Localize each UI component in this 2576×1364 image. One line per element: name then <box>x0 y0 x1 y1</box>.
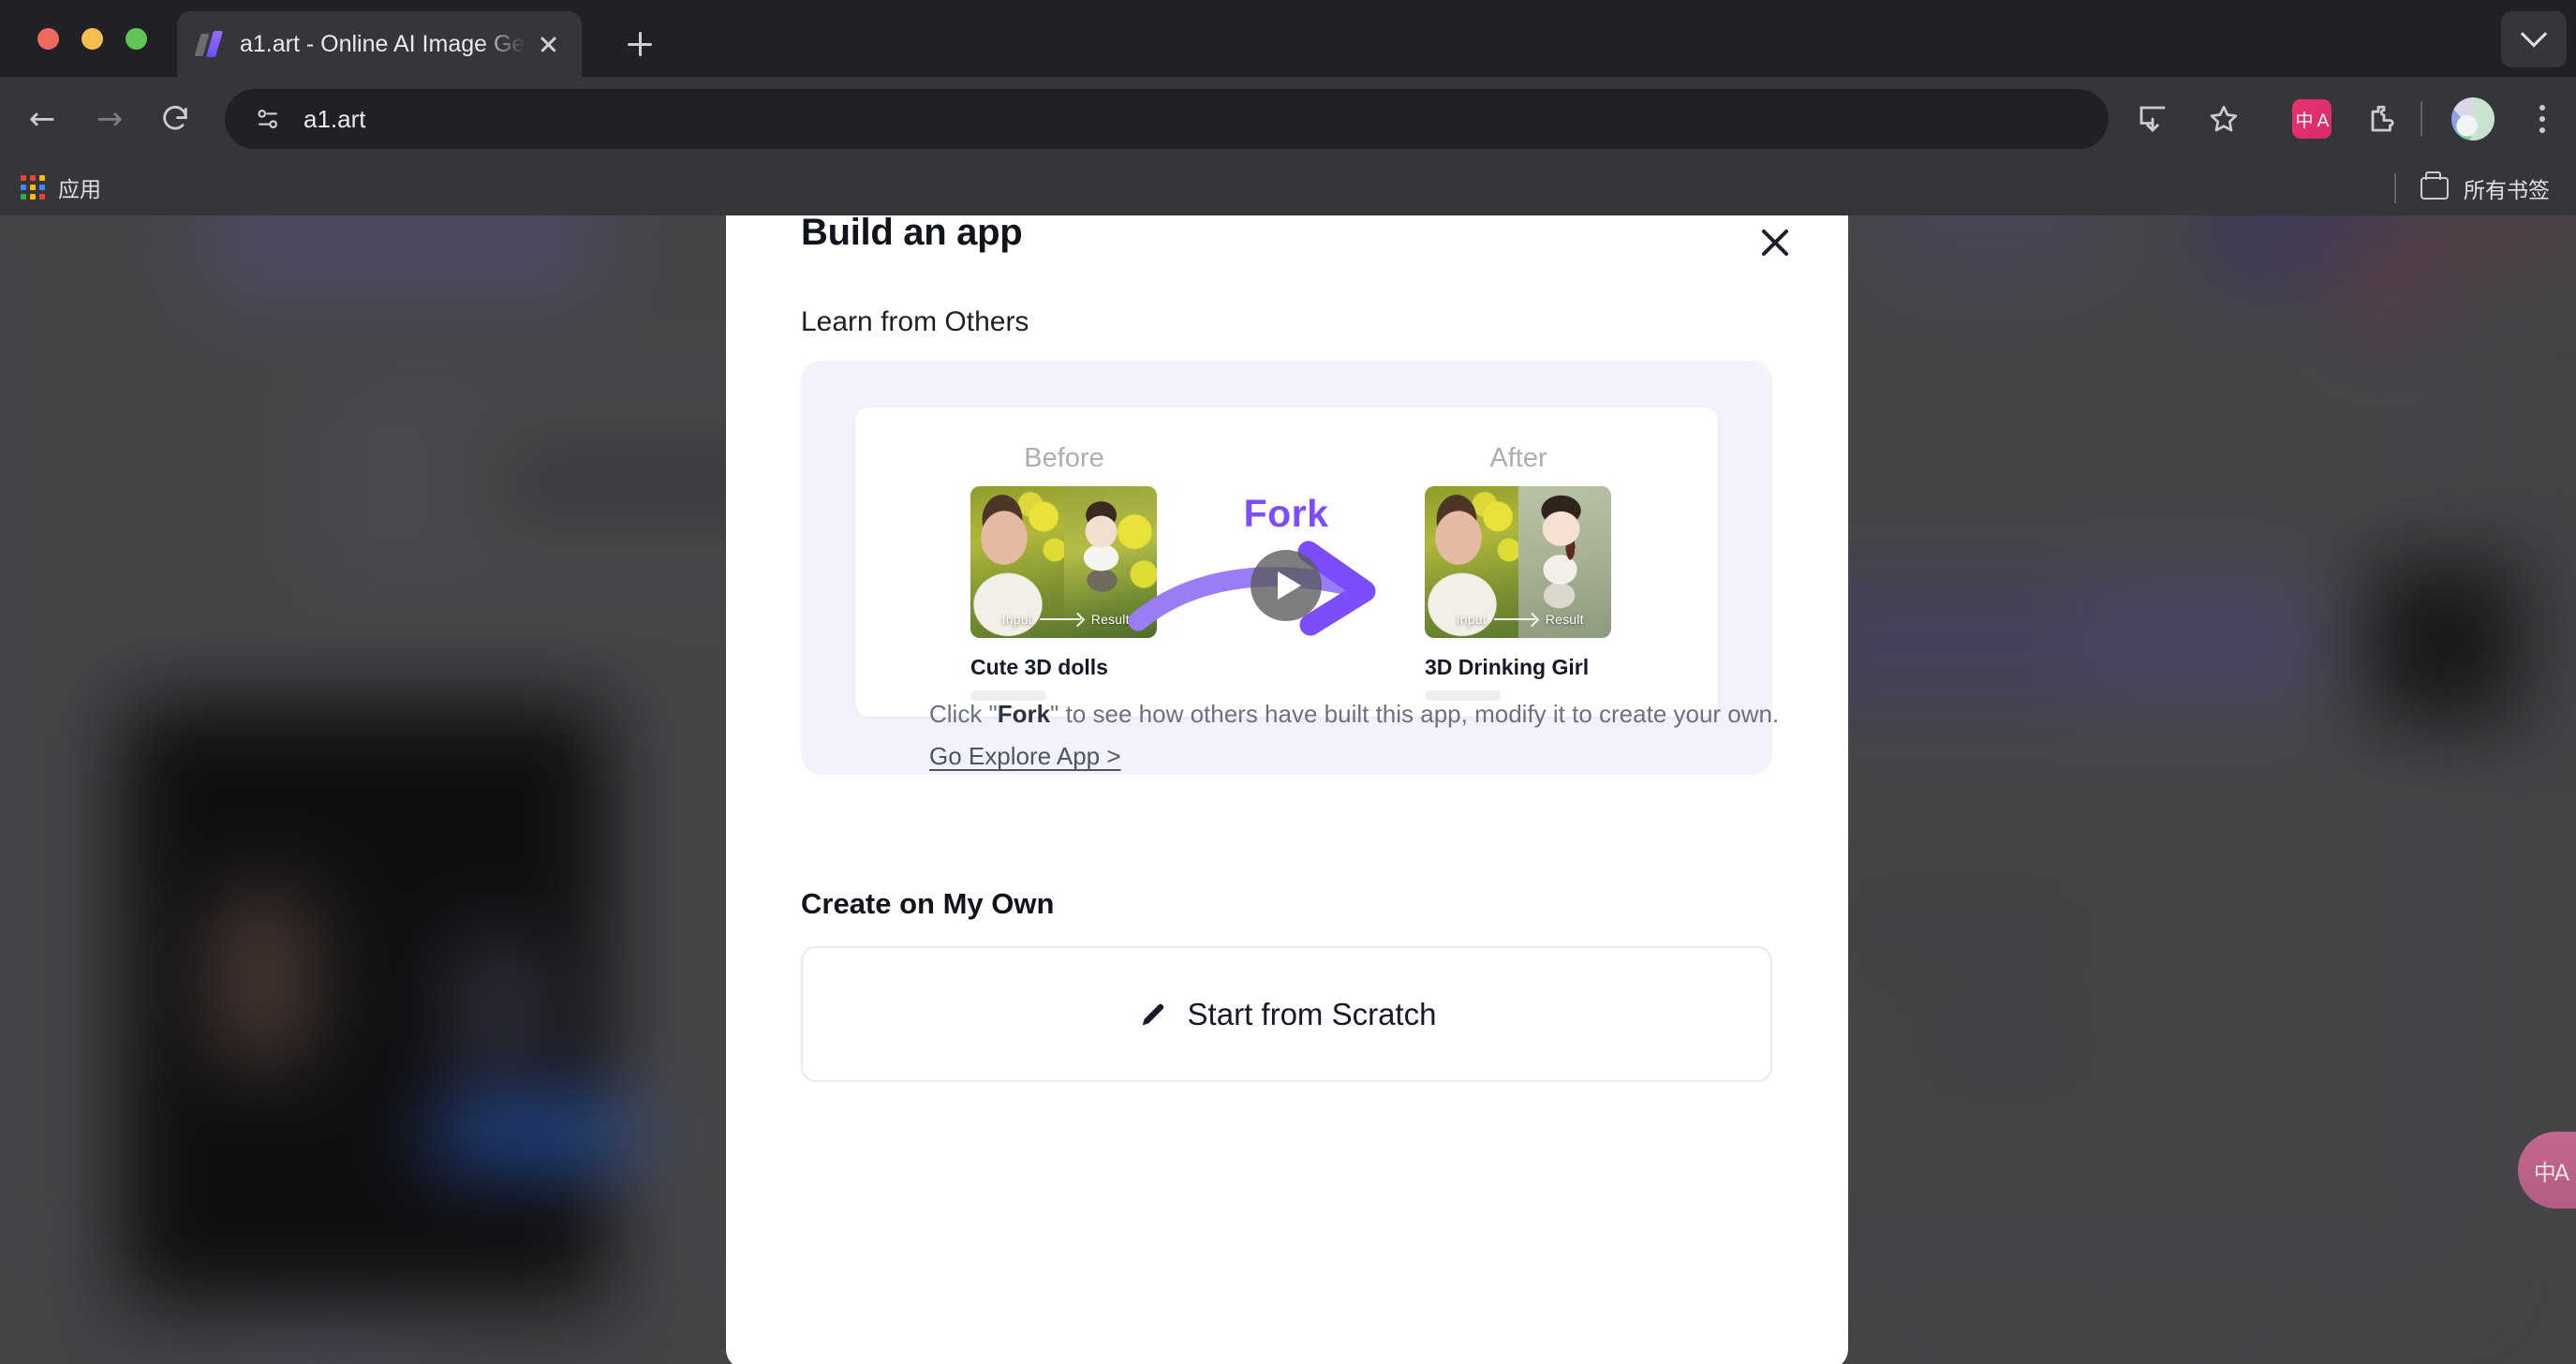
translate-icon[interactable]: 中 A <box>2287 95 2336 143</box>
window-traffic-lights <box>37 28 147 50</box>
forward-button[interactable]: → <box>84 94 135 144</box>
all-bookmarks-label: 所有书签 <box>2464 178 2550 202</box>
close-icon[interactable] <box>1754 221 1797 264</box>
before-input-image: Input <box>970 486 1064 638</box>
create-on-my-own-heading: Create on My Own <box>801 887 1055 920</box>
after-result-label: Result <box>1545 612 1584 627</box>
tab-title: a1.art - Online AI Image Gene <box>240 30 526 57</box>
new-tab-button[interactable] <box>618 22 661 66</box>
apps-grid-icon <box>21 175 45 200</box>
url-text: a1.art <box>303 104 366 133</box>
before-card-title: Cute 3D dolls <box>970 655 1108 679</box>
bookmarks-bar: 应用 所有书签 <box>0 161 2576 215</box>
hint-middle: " to see how others have built this app,… <box>1050 700 1780 728</box>
toolbar-divider <box>2421 101 2422 137</box>
start-from-scratch-label: Start from Scratch <box>1187 996 1437 1031</box>
fork-graphic: Fork <box>1128 464 1399 717</box>
folder-icon <box>2421 171 2449 200</box>
hint-bold-fork: Fork <box>997 700 1051 728</box>
profile-avatar[interactable] <box>2449 95 2497 143</box>
browser-window: a1.art - Online AI Image Gene ← → a1.art… <box>0 0 2576 1364</box>
bookmark-star-icon[interactable] <box>2199 95 2248 143</box>
page-title: Build an app <box>801 215 1023 253</box>
apps-label: 应用 <box>58 177 101 201</box>
build-an-app-modal: Build an app Learn from Others Before Af… <box>726 215 1848 1364</box>
page-viewport: Build an app Learn from Others Before Af… <box>0 215 2576 1364</box>
apps-shortcut[interactable]: 应用 <box>21 171 101 203</box>
page-info-icon[interactable] <box>245 96 290 141</box>
after-card-title: 3D Drinking Girl <box>1425 655 1590 679</box>
browser-tab[interactable]: a1.art - Online AI Image Gene <box>177 11 582 77</box>
play-button-icon[interactable] <box>1251 550 1322 621</box>
before-input-label: Input <box>1001 612 1032 627</box>
after-thumbnail[interactable]: Input Result <box>1425 486 1611 638</box>
address-bar[interactable]: a1.art <box>225 89 2109 149</box>
after-label: After <box>1489 443 1547 473</box>
fork-hint-text: Click "Fork" to see how others have buil… <box>929 693 1782 778</box>
learn-from-others-panel: Before After Input Result Input Result F… <box>801 361 1779 775</box>
close-tab-icon[interactable] <box>531 27 565 61</box>
close-window-button[interactable] <box>37 28 59 50</box>
minimize-window-button[interactable] <box>81 28 103 50</box>
hint-prefix: Click " <box>929 700 998 728</box>
browser-toolbar: ← → a1.art 中 A <box>0 77 2576 161</box>
a1-art-logo-icon <box>194 30 224 58</box>
reload-button[interactable] <box>150 94 200 144</box>
fork-showcase-card[interactable]: Before After Input Result Input Result F… <box>855 408 1718 717</box>
back-button[interactable]: ← <box>17 94 67 144</box>
tab-strip: a1.art - Online AI Image Gene <box>0 0 2576 77</box>
before-label: Before <box>1024 443 1104 473</box>
pencil-icon <box>1142 1003 1163 1025</box>
extensions-icon[interactable] <box>2357 95 2406 143</box>
bookmarks-divider <box>2394 173 2396 203</box>
after-result-image: Result <box>1517 486 1611 638</box>
maximize-window-button[interactable] <box>126 28 147 50</box>
chrome-menu-icon[interactable] <box>2518 95 2567 143</box>
tab-search-chevron-down-icon[interactable] <box>2501 11 2567 67</box>
translate-badge-label: 中 A <box>2292 99 2332 139</box>
start-from-scratch-button[interactable]: Start from Scratch <box>801 946 1772 1082</box>
go-explore-app-link[interactable]: Go Explore App > <box>929 742 1121 770</box>
all-bookmarks-shortcut[interactable]: 所有书签 <box>2394 171 2550 204</box>
install-app-icon[interactable] <box>2128 95 2177 143</box>
learn-from-others-heading: Learn from Others <box>801 306 1029 337</box>
